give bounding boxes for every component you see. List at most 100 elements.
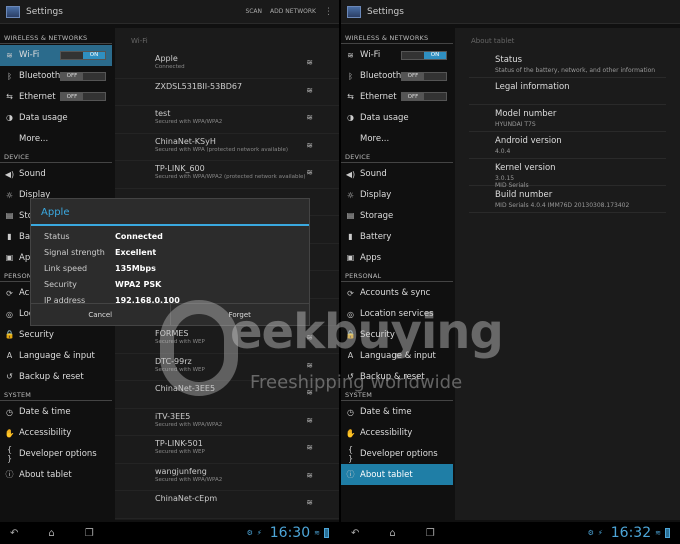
status-area[interactable]: ⚙ ⚡ 16:30 ≋ (247, 525, 329, 541)
about-item-summary: Status of the battery, network, and othe… (495, 67, 656, 74)
sidebar-item-sound[interactable]: ◀) Sound (341, 164, 453, 185)
sidebar-item-battery[interactable]: ▮ Battery (341, 226, 453, 247)
sidebar-item-sound[interactable]: ◀) Sound (0, 164, 112, 185)
sidebar-item-data-usage[interactable]: ◑ Data usage (0, 107, 112, 128)
add-network-button[interactable]: ADD NETWORK (270, 8, 316, 15)
home-icon[interactable]: ⌂ (48, 528, 54, 539)
about-item[interactable]: Android version 4.0.4 (469, 132, 666, 159)
about-item[interactable]: Model number HYUNDAI T7S (469, 105, 666, 132)
system-navbar: ↶ ⌂ ❐ ⚙ ⚡ 16:32 ≋ (341, 522, 680, 544)
section-header: SYSTEM (341, 387, 453, 401)
sidebar-item-security[interactable]: 🔒 Security (341, 325, 453, 346)
sidebar-item-about-tablet[interactable]: ⓘ About tablet (341, 464, 453, 486)
sidebar-item-date-time[interactable]: ◷ Date & time (0, 402, 112, 423)
wifi-network-row[interactable]: ChinaNet-KSyH Secured with WPA (protected… (115, 134, 339, 161)
storage-icon: ▤ (5, 211, 14, 221)
home-icon[interactable]: ⌂ (389, 528, 395, 539)
wifi-status-icon: ≋ (314, 529, 320, 537)
sidebar-item-data-usage[interactable]: ◑ Data usage (341, 107, 453, 128)
back-icon[interactable]: ↶ (351, 528, 359, 539)
sidebar-item-more[interactable]: More... (341, 128, 453, 149)
sidebar-item-display[interactable]: ☼ Display (341, 185, 453, 206)
bluetooth-toggle[interactable]: OFF (401, 71, 447, 81)
wifi-network-row[interactable]: ZXDSL531BII-53BD67 ≋ (115, 79, 339, 106)
sidebar-item-bluetooth[interactable]: ᛒ Bluetooth OFF (0, 66, 112, 87)
wifi-icon: ≋ (347, 50, 354, 60)
sidebar-item-label: Bluetooth (19, 71, 61, 82)
sound-icon: ◀) (4, 169, 15, 179)
status-area[interactable]: ⚙ ⚡ 16:32 ≋ (588, 525, 670, 541)
wifi-network-row[interactable]: wangjunfeng Secured with WPA/WPA2 ≋ (115, 464, 339, 491)
network-security: Secured with WPA/WPA2 (155, 119, 223, 125)
wifi-signal-icon: ≋ (306, 470, 313, 480)
sidebar-item-location-services[interactable]: ◎ Location services (341, 304, 453, 325)
accessibility-icon: ✋ (345, 428, 356, 438)
app-title: Settings (367, 6, 404, 17)
battery-icon: ▮ (348, 232, 353, 242)
wifi-network-row[interactable]: FORMES Secured with WEP ≋ (115, 326, 339, 354)
overflow-menu-icon[interactable]: ⋮ (324, 7, 333, 17)
sidebar-item-bluetooth[interactable]: ᛒ Bluetooth OFF (341, 66, 453, 87)
sidebar-item-label: Accessibility (19, 428, 72, 439)
sidebar-item-label: Sound (19, 169, 46, 180)
wifi-network-row[interactable]: TP-LINK-501 Secured with WEP ≋ (115, 436, 339, 464)
wifi-network-row[interactable]: Apple Connected ≋ (115, 51, 339, 79)
sidebar-item-accessibility[interactable]: ✋ Accessibility (0, 423, 112, 444)
sidebar-item-ethernet[interactable]: ⇆ Ethernet OFF (0, 87, 112, 108)
sidebar-item-backup-reset[interactable]: ↺ Backup & reset (341, 366, 453, 387)
wifi-network-row[interactable]: TP-LINK_600 Secured with WPA/WPA2 (protec… (115, 161, 339, 189)
sidebar-item-developer-options[interactable]: { } Developer options (341, 444, 453, 465)
wifi-signal-icon: ≋ (306, 443, 313, 452)
sidebar-item-accounts-sync[interactable]: ⟳ Accounts & sync (341, 283, 453, 304)
recent-apps-icon[interactable]: ❐ (85, 528, 94, 539)
sidebar-item-developer-options[interactable]: { } Developer options (0, 444, 112, 465)
network-name: Apple (155, 54, 178, 63)
sidebar-item-wi-fi[interactable]: ≋ Wi-Fi ON (0, 45, 112, 66)
about-item[interactable]: Status Status of the battery, network, an… (469, 51, 666, 78)
bluetooth-toggle[interactable]: OFF (60, 71, 106, 81)
wifi-signal-icon: ≋ (306, 333, 313, 342)
about-item[interactable]: Build number MID Serials 4.0.4 IMM76D 201… (469, 186, 666, 213)
sidebar-item-language-input[interactable]: A Language & input (0, 345, 112, 366)
sidebar-item-language-input[interactable]: A Language & input (341, 345, 453, 366)
wifi-network-row[interactable]: test Secured with WPA/WPA2 ≋ (115, 106, 339, 134)
location-icon: ◎ (347, 309, 354, 319)
sidebar-item-security[interactable]: 🔒 Security (0, 325, 112, 346)
cancel-button[interactable]: Cancel (31, 304, 170, 325)
ethernet-toggle[interactable]: OFF (401, 92, 447, 102)
data-usage-icon: ◑ (6, 113, 13, 123)
clock: 16:32 (610, 525, 652, 541)
settings-sidebar: WIRELESS & NETWORKS ≋ Wi-Fi ON ᛒ Bluetooth OFF… (341, 30, 453, 486)
developer-icon: { } (347, 444, 354, 463)
scan-button[interactable]: SCAN (245, 8, 262, 15)
dialog-value: 135Mbps (115, 263, 156, 273)
wifi-network-row[interactable]: ChinaNet-3EE5 ≋ (115, 381, 339, 409)
sidebar-item-more[interactable]: More... (0, 128, 112, 149)
wi-fi-toggle[interactable]: ON (60, 50, 106, 60)
display-icon: ☼ (346, 190, 355, 200)
network-name: DTC-99rz (155, 356, 192, 366)
about-item[interactable]: Legal information (469, 78, 666, 105)
toggle-state: OFF (402, 93, 424, 101)
sidebar-item-accessibility[interactable]: ✋ Accessibility (341, 423, 453, 444)
clock: 16:30 (269, 525, 311, 541)
about-item-summary: 4.0.4 (495, 148, 511, 155)
sidebar-item-date-time[interactable]: ◷ Date & time (341, 402, 453, 423)
wi-fi-toggle[interactable]: ON (401, 50, 447, 60)
sidebar-item-ethernet[interactable]: ⇆ Ethernet OFF (341, 87, 453, 108)
wifi-network-row[interactable]: ChinaNet-cEpm ≋ (115, 491, 339, 519)
sidebar-item-label: Data usage (19, 112, 68, 123)
sidebar-item-about-tablet[interactable]: ⓘ About tablet (0, 464, 112, 485)
sidebar-item-backup-reset[interactable]: ↺ Backup & reset (0, 366, 112, 387)
wifi-network-row[interactable]: DTC-99rz Secured with WEP ≋ (115, 354, 339, 381)
sidebar-item-label: Storage (360, 210, 394, 221)
wifi-network-row[interactable]: iTV-3EE5 Secured with WPA/WPA2 ≋ (115, 409, 339, 436)
sidebar-item-wi-fi[interactable]: ≋ Wi-Fi ON (341, 45, 453, 66)
forget-button[interactable]: Forget (169, 304, 310, 325)
ethernet-toggle[interactable]: OFF (60, 92, 106, 102)
about-item[interactable]: Kernel version 3.0.15 MID Serials (469, 159, 666, 189)
sidebar-item-apps[interactable]: ▣ Apps (341, 247, 453, 268)
recent-apps-icon[interactable]: ❐ (426, 528, 435, 539)
sidebar-item-storage[interactable]: ▤ Storage (341, 206, 453, 227)
back-icon[interactable]: ↶ (10, 528, 18, 539)
